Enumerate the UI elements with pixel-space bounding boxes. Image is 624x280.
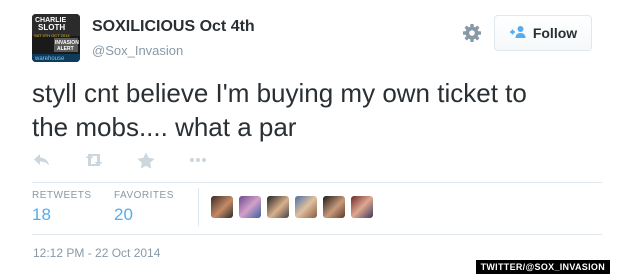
follow-button-label: Follow bbox=[532, 25, 578, 41]
image-credit: TWITTER/@SOX_INVASION bbox=[475, 260, 610, 274]
retweets-stat[interactable]: RETWEETS 18 bbox=[32, 190, 92, 225]
retweets-label: RETWEETS bbox=[32, 190, 92, 201]
favoriter-avatar[interactable] bbox=[211, 196, 233, 218]
avatar-line-5: ALERT bbox=[57, 46, 74, 52]
reply-icon[interactable] bbox=[32, 151, 52, 169]
display-name[interactable]: SOXILICIOUS Oct 4th bbox=[92, 18, 255, 36]
display-name-text: SOXILICIOUS bbox=[92, 18, 196, 35]
favorites-label: FAVORITES bbox=[114, 190, 174, 201]
favoriter-avatar[interactable] bbox=[351, 196, 373, 218]
user-handle[interactable]: @Sox_Invasion bbox=[92, 43, 183, 58]
avatar[interactable]: CHARLIE SLOTH SAT 4TH OCT 2014 INVASION … bbox=[32, 14, 80, 62]
favorites-count[interactable]: 20 bbox=[114, 205, 174, 225]
gear-icon[interactable] bbox=[462, 23, 482, 43]
favoriter-avatar[interactable] bbox=[323, 196, 345, 218]
favoriter-avatar[interactable] bbox=[295, 196, 317, 218]
favorites-stat[interactable]: FAVORITES 20 bbox=[114, 190, 174, 225]
add-user-icon bbox=[509, 25, 527, 42]
more-icon[interactable] bbox=[188, 151, 208, 169]
tweet-text: styll cnt believe I'm buying my own tick… bbox=[32, 78, 527, 142]
retweet-icon[interactable] bbox=[84, 151, 104, 169]
divider-bottom bbox=[32, 234, 602, 235]
stats-separator bbox=[198, 188, 199, 226]
avatar-line-3: SAT 4TH OCT 2014 bbox=[34, 33, 70, 38]
tweet-actions bbox=[32, 150, 240, 170]
tweet-timestamp[interactable]: 12:12 PM - 22 Oct 2014 bbox=[33, 246, 160, 260]
star-icon[interactable] bbox=[136, 151, 156, 169]
favoriter-avatar[interactable] bbox=[267, 196, 289, 218]
retweets-count[interactable]: 18 bbox=[32, 205, 92, 225]
follow-button[interactable]: Follow bbox=[494, 15, 592, 51]
avatar-line-6: warehouse bbox=[34, 56, 65, 62]
divider-top bbox=[32, 182, 602, 183]
favoriter-avatars bbox=[211, 196, 379, 218]
favoriter-avatar[interactable] bbox=[239, 196, 261, 218]
avatar-line-2: SLOTH bbox=[38, 23, 65, 32]
tweet-date: Oct 4th bbox=[199, 18, 255, 35]
